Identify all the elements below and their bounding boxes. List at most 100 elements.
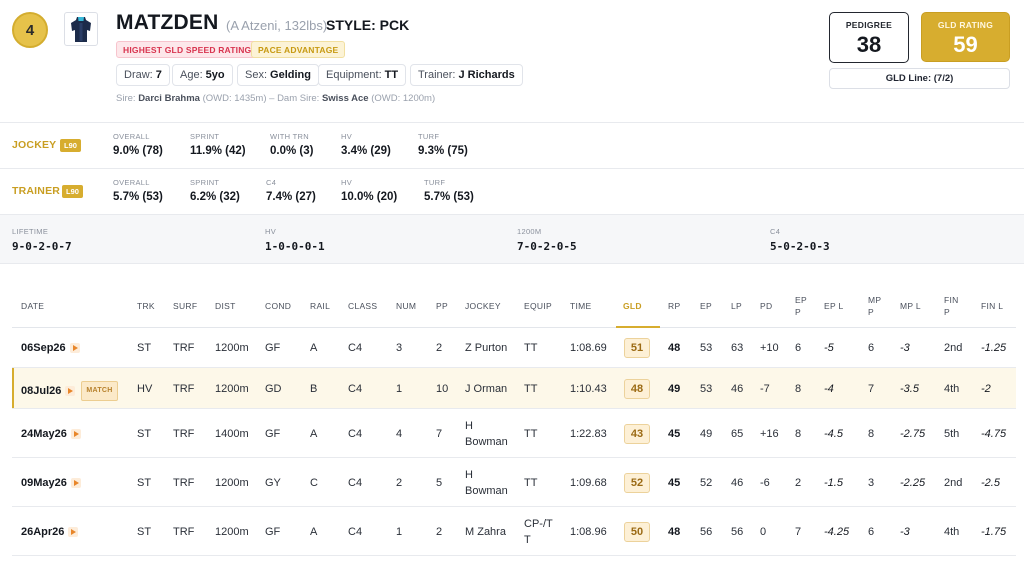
record-label: 1200M	[517, 227, 542, 236]
stat-value: 9.3% (75)	[418, 145, 468, 157]
record-1200m: 1200M 7-0-2-0-5	[517, 227, 577, 253]
record-value: 5-0-2-0-3	[770, 240, 830, 253]
record-label: LIFETIME	[12, 227, 49, 236]
column-header-trk[interactable]: TRK	[137, 300, 155, 312]
column-header-lp[interactable]: LP	[731, 300, 742, 312]
column-header-fin-p[interactable]: FIN P	[944, 294, 960, 318]
cell-time: 1:08.69	[570, 342, 607, 354]
jockey-l90-badge: L90	[60, 139, 81, 152]
cell-cond: GF	[265, 526, 281, 538]
trainer-stat-sprint: SPRINT 6.2% (32)	[190, 178, 240, 203]
cell-ep: 56	[700, 526, 713, 538]
gld-rating-pill: 52	[624, 473, 650, 493]
stat-label: TURF	[424, 178, 446, 187]
cell-mp-p: 3	[868, 477, 875, 489]
record-hv: HV 1-0-0-0-1	[265, 227, 325, 253]
column-header-pp[interactable]: PP	[436, 300, 448, 312]
column-header-cond[interactable]: COND	[265, 300, 291, 312]
cell-fin-l: -1.25	[981, 342, 1007, 354]
column-header-surf[interactable]: SURF	[173, 300, 197, 312]
cell-pd: -6	[760, 477, 770, 489]
jockey-stat-with-trn: WITH TRN 0.0% (3)	[270, 132, 313, 157]
column-header-ep-l[interactable]: EP L	[824, 300, 843, 312]
sire-name: Darci Brahma	[138, 93, 200, 104]
cell-ep-p: 7	[795, 526, 802, 538]
chip-value: J Richards	[458, 69, 515, 81]
cell-equip: TT	[524, 383, 538, 395]
column-header-mp-p[interactable]: MP P	[868, 294, 884, 318]
trainer-stat-overall: OVERALL 5.7% (53)	[113, 178, 163, 203]
cell-lp: 46	[731, 383, 744, 395]
column-header-time[interactable]: TIME	[570, 300, 592, 312]
play-replay-icon[interactable]	[70, 429, 81, 440]
chip-label: Sex:	[245, 69, 268, 81]
cell-equip: TT	[524, 428, 538, 440]
table-row[interactable]: 24May26 ST TRF 1400m GF A C4 4 7 H Bowman TT 1:22.8…	[12, 409, 1016, 458]
cell-ep-l: -4.5	[824, 428, 843, 440]
play-replay-icon[interactable]	[68, 527, 79, 538]
cell-ep-l: -1.5	[824, 477, 843, 489]
table-row[interactable]: 09May26 ST TRF 1200m GY C C4 2 5 H Bowman TT 1:09.6…	[12, 458, 1016, 507]
stat-value: 5.7% (53)	[424, 191, 474, 203]
cell-mp-p: 6	[868, 342, 875, 354]
stat-value: 3.4% (29)	[341, 145, 391, 157]
trainer-stat-turf: TURF 5.7% (53)	[424, 178, 474, 203]
sire-label: Sire:	[116, 93, 136, 104]
chip-value: 5yo	[205, 69, 225, 81]
column-header-jockey[interactable]: JOCKEY	[465, 300, 501, 312]
cell-ep-l: -4.25	[824, 526, 850, 538]
cell-rp: 45	[668, 477, 681, 489]
sire-line: Sire: Darci Brahma (OWD: 1435m) – Dam Si…	[116, 93, 435, 104]
column-header-pd[interactable]: PD	[760, 300, 772, 312]
cell-mp-l: -2.75	[900, 428, 926, 440]
chip-sex: Sex: Gelding	[237, 64, 319, 86]
cell-ep: 52	[700, 477, 713, 489]
column-header-dist[interactable]: DIST	[215, 300, 236, 312]
column-header-num[interactable]: NUM	[396, 300, 416, 312]
cell-lp: 56	[731, 526, 744, 538]
cell-pd: +10	[760, 342, 779, 354]
column-header-ep[interactable]: EP	[700, 300, 712, 312]
column-header-rp[interactable]: RP	[668, 300, 680, 312]
stat-value: 9.0% (78)	[113, 145, 163, 157]
stat-value: 11.9% (42)	[190, 145, 246, 157]
table-row[interactable]: 26Apr26 ST TRF 1200m GF A C4 1 2 M Zahra CP-/TT 1:0…	[12, 507, 1016, 556]
play-replay-icon[interactable]	[65, 386, 76, 396]
column-header-mp-l[interactable]: MP L	[900, 300, 921, 312]
race-date[interactable]: 26Apr26	[21, 526, 64, 538]
stat-label: TURF	[418, 132, 440, 141]
race-date[interactable]: 09May26	[21, 477, 67, 489]
cell-trk: ST	[137, 428, 152, 440]
stat-value: 5.7% (53)	[113, 191, 163, 203]
race-date[interactable]: 24May26	[21, 428, 67, 440]
cell-num: 1	[396, 526, 403, 538]
cell-ep: 53	[700, 383, 713, 395]
tag-highest-gld-speed: HIGHEST GLD SPEED RATING	[116, 41, 259, 58]
column-header-ep-p[interactable]: EP P	[795, 294, 811, 318]
cell-ep-p: 2	[795, 477, 802, 489]
trainer-label: TRAINER	[12, 185, 61, 197]
cell-num: 2	[396, 477, 403, 489]
cell-ep-p: 6	[795, 342, 802, 354]
column-header-equip[interactable]: EQUIP	[524, 300, 552, 312]
play-replay-icon[interactable]	[70, 478, 81, 489]
record-lifetime: LIFETIME 9-0-2-0-7	[12, 227, 72, 253]
column-header-class[interactable]: CLASS	[348, 300, 377, 312]
cell-rail: A	[310, 428, 318, 440]
cell-dist: 1200m	[215, 526, 249, 538]
column-header-fin-l[interactable]: FIN L	[981, 300, 1003, 312]
column-header-rail[interactable]: RAIL	[310, 300, 330, 312]
column-header-date[interactable]: DATE	[21, 300, 44, 312]
record-value: 1-0-0-0-1	[265, 240, 325, 253]
cell-surf: TRF	[173, 383, 195, 395]
race-date-cell: 06Sep26	[21, 340, 80, 356]
race-date[interactable]: 06Sep26	[21, 342, 66, 354]
race-date[interactable]: 08Jul26	[21, 385, 61, 397]
style-value: PCK	[379, 17, 410, 33]
jockey-silks-icon	[64, 12, 98, 46]
stat-label: SPRINT	[190, 132, 220, 141]
table-row[interactable]: 06Sep26 ST TRF 1200m GF A C4 3 2 Z Purton TT 1:08.6…	[12, 328, 1016, 368]
column-header-gld[interactable]: GLD	[623, 300, 642, 312]
table-row[interactable]: 08Jul26 MATCH HV TRF 1200m GD B C4 1 10 J Orman TT 1…	[12, 368, 1016, 409]
play-replay-icon[interactable]	[69, 343, 80, 354]
